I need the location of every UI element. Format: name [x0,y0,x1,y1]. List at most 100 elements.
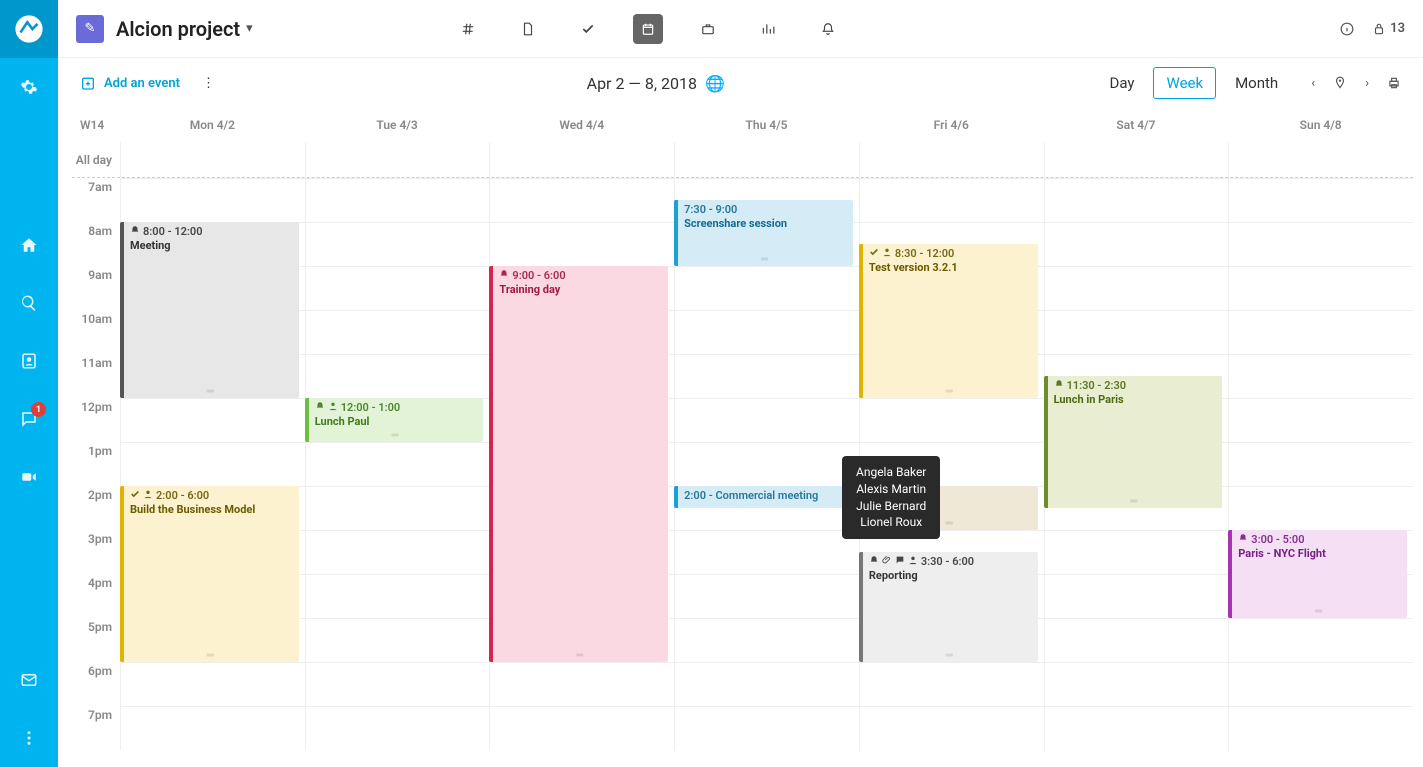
kebab-icon[interactable]: ⋮ [202,76,215,91]
stats-icon[interactable] [753,14,783,44]
hour-label: 8am [72,222,120,266]
hour-label: 7pm [72,706,120,750]
event-time: 2:00 - Commercial meeting [684,489,818,502]
event-title: Test version 3.2.1 [869,261,1032,274]
hash-icon[interactable] [453,14,483,44]
day-header: Thu 4/5 [674,118,859,132]
week-number: W14 [72,118,120,132]
event-lunch_paul[interactable]: 12:00 - 1:00Lunch Paul═ [305,398,484,442]
event-time: 9:00 - 6:00 [512,269,565,282]
allday-label: All day [72,153,120,167]
topbar: ✎ Alcion project ▾ 13 [58,0,1423,58]
event-title: Meeting [130,239,293,252]
event-title: Screenshare session [684,217,847,230]
file-icon[interactable] [513,14,543,44]
event-meeting[interactable]: 8:00 - 12:00Meeting═ [120,222,299,398]
event-time: 3:00 - 5:00 [1251,533,1304,546]
member-count[interactable]: 13 [1372,21,1405,36]
home-icon[interactable] [0,216,58,274]
contacts-icon[interactable] [0,332,58,390]
calendar-header: W14 Mon 4/2 Tue 4/3 Wed 4/4 Thu 4/5 Fri … [72,108,1413,142]
bell-icon[interactable] [813,14,843,44]
event-title: Lunch in Paris [1054,393,1217,406]
hour-label: 11am [72,354,120,398]
drag-handle-icon[interactable]: ═ [392,430,401,441]
event-time: 7:30 - 9:00 [684,203,737,216]
pin-icon[interactable] [1333,76,1347,91]
calendar-body[interactable]: 7am8am9am10am11am12pm1pm2pm3pm4pm5pm6pm7… [72,178,1413,767]
tooltip-line: Angela Baker [856,464,926,481]
event-paris_flight[interactable]: 3:00 - 5:00Paris - NYC Flight ═ [1228,530,1407,618]
event-reporting[interactable]: 3:30 - 6:00Reporting ═ [859,552,1038,662]
hour-label: 10am [72,310,120,354]
info-icon[interactable] [1340,21,1354,36]
event-lunch_paris[interactable]: 11:30 - 2:30Lunch in Paris ═ [1044,376,1223,508]
briefcase-icon[interactable] [693,14,723,44]
add-event-button[interactable]: Add an event [80,75,180,91]
day-header: Fri 4/6 [859,118,1044,132]
next-icon[interactable]: › [1365,76,1369,91]
search-icon[interactable] [0,274,58,332]
more-icon[interactable] [0,709,58,767]
allday-slot[interactable] [120,142,305,177]
drag-handle-icon[interactable]: ═ [207,650,216,661]
mail-icon[interactable] [0,651,58,709]
tooltip-line: Lionel Roux [856,514,926,531]
main: ✎ Alcion project ▾ 13 [58,0,1423,767]
event-title: Paris - NYC Flight [1238,547,1401,560]
view-day[interactable]: Day [1096,67,1147,99]
hour-label: 1pm [72,442,120,486]
view-week[interactable]: Week [1153,67,1216,99]
day-header: Tue 4/3 [305,118,490,132]
hour-label: 4pm [72,574,120,618]
gear-icon[interactable] [0,58,58,116]
chat-badge: 1 [31,402,46,417]
globe-icon[interactable]: 🌐 [705,74,725,93]
calendar: W14 Mon 4/2 Tue 4/3 Wed 4/4 Thu 4/5 Fri … [58,108,1423,767]
event-test_version[interactable]: 8:30 - 12:00Test version 3.2.1═ [859,244,1038,398]
allday-slot[interactable] [1044,142,1229,177]
event-title: Training day [499,283,662,296]
app-logo[interactable] [0,0,58,58]
prev-icon[interactable]: ‹ [1311,76,1315,91]
allday-slot[interactable] [489,142,674,177]
day-header: Wed 4/4 [489,118,674,132]
drag-handle-icon[interactable]: ═ [207,386,216,397]
allday-slot[interactable] [1228,142,1413,177]
check-icon[interactable] [573,14,603,44]
drag-handle-icon[interactable]: ═ [946,386,955,397]
event-time: 11:30 - 2:30 [1067,379,1127,392]
chevron-down-icon[interactable]: ▾ [246,21,253,36]
drag-handle-icon[interactable]: ═ [946,518,955,529]
drag-handle-icon[interactable]: ═ [761,254,770,265]
event-title: Reporting [869,569,1032,582]
project-title[interactable]: Alcion project [116,17,240,41]
tooltip-line: Alexis Martin [856,481,926,498]
allday-slot[interactable] [674,142,859,177]
drag-handle-icon[interactable]: ═ [1315,606,1324,617]
event-screenshare[interactable]: 7:30 - 9:00Screenshare session ═ [674,200,853,266]
video-icon[interactable] [0,448,58,506]
chat-icon[interactable]: 1 [0,390,58,448]
view-month[interactable]: Month [1222,67,1291,99]
attendees-tooltip: Angela Baker Alexis Martin Julie Bernard… [842,456,940,539]
add-event-label: Add an event [104,76,180,91]
drag-handle-icon[interactable]: ═ [946,650,955,661]
day-header: Sat 4/7 [1044,118,1229,132]
event-training[interactable]: 9:00 - 6:00Training day ═ [489,266,668,662]
hour-label: 7am [72,178,120,222]
calendar-icon[interactable] [633,14,663,44]
event-time: 3:30 - 6:00 [921,555,974,568]
date-range: Apr 2 — 8, 2018 🌐 [215,74,1096,93]
hour-label: 2pm [72,486,120,530]
hour-label: 9am [72,266,120,310]
allday-slot[interactable] [305,142,490,177]
project-icon[interactable]: ✎ [76,15,104,43]
event-biz_model[interactable]: 2:00 - 6:00Build the Business Model═ [120,486,299,662]
allday-slot[interactable] [859,142,1044,177]
drag-handle-icon[interactable]: ═ [1130,496,1139,507]
drag-handle-icon[interactable]: ═ [576,650,585,661]
print-icon[interactable] [1387,76,1401,91]
day-header: Mon 4/2 [120,118,305,132]
hour-label: 6pm [72,662,120,706]
